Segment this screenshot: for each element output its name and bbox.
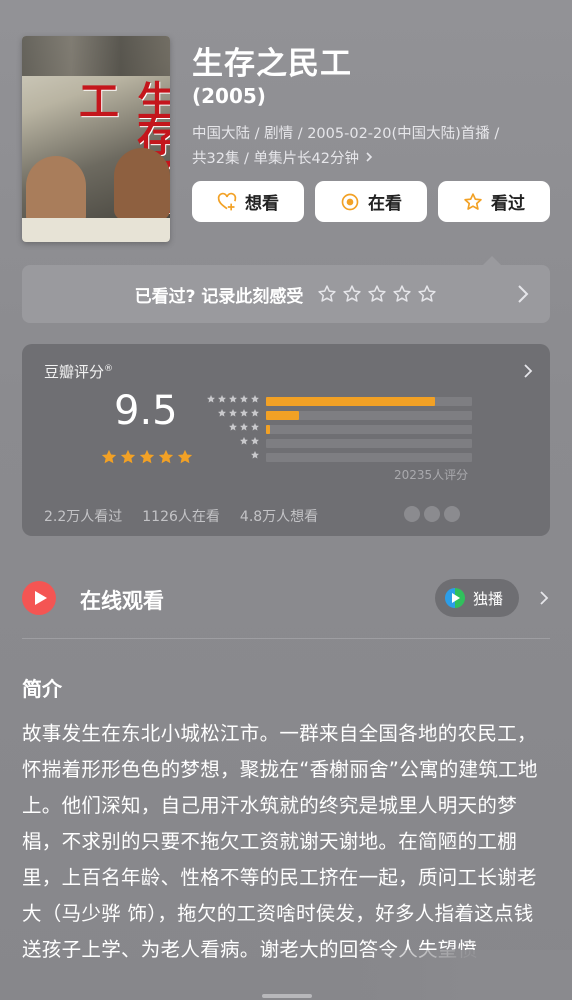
friend-avatars[interactable]: [404, 506, 460, 522]
distribution-row: [200, 394, 492, 408]
record-feeling-bar[interactable]: 已看过? 记录此刻感受: [22, 265, 550, 323]
small-star-icon: [240, 409, 248, 417]
record-prompt: 已看过? 记录此刻感受: [134, 286, 304, 307]
want-count: 4.8万人想看: [239, 509, 319, 525]
rating-distribution: [200, 394, 492, 464]
small-star-icon: [251, 395, 259, 403]
small-star-icon: [251, 423, 259, 431]
movie-meta[interactable]: 中国大陆 / 剧情 / 2005-02-20(中国大陆)首播 / 共32集 / …: [192, 122, 552, 172]
distribution-stars: [200, 436, 260, 450]
avatar: [424, 506, 440, 522]
small-star-icon: [229, 423, 237, 431]
meta-line-1: 中国大陆 / 剧情 / 2005-02-20(中国大陆)首播 /: [192, 126, 500, 142]
intro-heading: 简介: [22, 677, 62, 701]
poster-image[interactable]: 生存之民工: [22, 36, 170, 242]
small-star-icon: [251, 451, 259, 459]
poster-figure-left: [26, 156, 86, 226]
distribution-stars: [200, 422, 260, 436]
star-filled-icon: [101, 449, 117, 464]
chevron-right-icon: [524, 364, 533, 378]
star-filled-icon: [177, 449, 193, 464]
want-button-label: 想看: [245, 194, 279, 214]
rating-input-stars[interactable]: [317, 284, 437, 304]
distribution-track: [266, 453, 472, 462]
small-star-icon: [240, 437, 248, 445]
watched-count: 2.2万人看过: [44, 509, 123, 525]
small-star-icon: [207, 395, 215, 403]
distribution-stars: [200, 408, 260, 422]
star-outline-icon: [418, 285, 437, 302]
exclusive-label: 独播: [473, 589, 504, 608]
watched-button[interactable]: 看过: [438, 181, 550, 222]
rating-count: 20235人评分: [394, 468, 469, 482]
small-star-icon: [240, 395, 248, 403]
star-outline-icon: [343, 285, 362, 302]
poster-band: [22, 218, 170, 242]
distribution-track: [266, 439, 472, 448]
distribution-track: [266, 425, 472, 434]
star-filled-icon: [158, 449, 174, 464]
star-outline-icon: [368, 285, 387, 302]
small-star-icon: [229, 409, 237, 417]
distribution-row: [200, 450, 492, 464]
small-star-icon: [251, 409, 259, 417]
distribution-bar: [266, 411, 299, 420]
chevron-right-icon: [366, 152, 372, 162]
exclusive-badge[interactable]: 独播: [435, 579, 519, 617]
movie-title: 生存之民工: [192, 46, 352, 82]
online-watch-row[interactable]: 在线观看 独播: [22, 577, 550, 621]
avatar: [404, 506, 420, 522]
target-icon: [341, 193, 359, 210]
distribution-row: [200, 408, 492, 422]
poster-figure-right: [114, 148, 170, 220]
rating-score: 9.5: [114, 388, 178, 434]
distribution-bar: [266, 397, 435, 406]
divider: [22, 638, 550, 639]
watching-button[interactable]: 在看: [315, 181, 427, 222]
rating-source-label: 豆瓣评分: [44, 363, 105, 381]
play-icon: [22, 581, 56, 615]
want-button[interactable]: 想看: [192, 181, 304, 222]
distribution-stars: [200, 394, 260, 408]
star-filled-icon: [120, 449, 136, 464]
intro-text[interactable]: 故事发生在东北小城松江市。一群来自全国各地的农民工，怀揣着形形色色的梦想，聚拢在…: [22, 716, 550, 968]
meta-line-2: 共32集 / 单集片长42分钟: [192, 147, 552, 172]
rating-stats: 2.2万人看过 1126人在看 4.8万人想看: [44, 506, 318, 526]
star-outline-icon: [318, 285, 337, 302]
small-star-icon: [229, 395, 237, 403]
rating-stars: [100, 448, 194, 466]
rating-card[interactable]: 豆瓣评分® 9.5 20235人评分 2.2万人看过 1126人在看 4.8万人…: [22, 344, 550, 536]
expand-fade: [360, 950, 572, 1000]
watching-count: 1126人在看: [142, 509, 220, 525]
distribution-row: [200, 436, 492, 450]
iqiyi-play-icon: [445, 588, 465, 608]
online-watch-label: 在线观看: [80, 589, 164, 613]
rating-source: 豆瓣评分®: [44, 363, 114, 381]
home-indicator: [262, 994, 312, 998]
distribution-stars: [200, 450, 260, 464]
distribution-row: [200, 422, 492, 436]
small-star-icon: [218, 395, 226, 403]
distribution-bar: [266, 425, 271, 434]
watched-button-label: 看过: [491, 194, 525, 214]
star-outline-icon: [393, 285, 412, 302]
small-star-icon: [251, 437, 259, 445]
chevron-right-icon: [518, 285, 529, 303]
movie-year: (2005): [192, 84, 266, 108]
star-outline-icon: [464, 192, 482, 210]
chevron-right-icon: [540, 591, 549, 605]
heart-plus-icon: [217, 192, 237, 210]
watching-button-label: 在看: [368, 194, 402, 214]
avatar: [444, 506, 460, 522]
small-star-icon: [218, 409, 226, 417]
small-star-icon: [240, 423, 248, 431]
meta-line-2-text: 共32集 / 单集片长42分钟: [192, 151, 360, 167]
star-filled-icon: [139, 449, 155, 464]
poster-crowd: [22, 36, 170, 76]
